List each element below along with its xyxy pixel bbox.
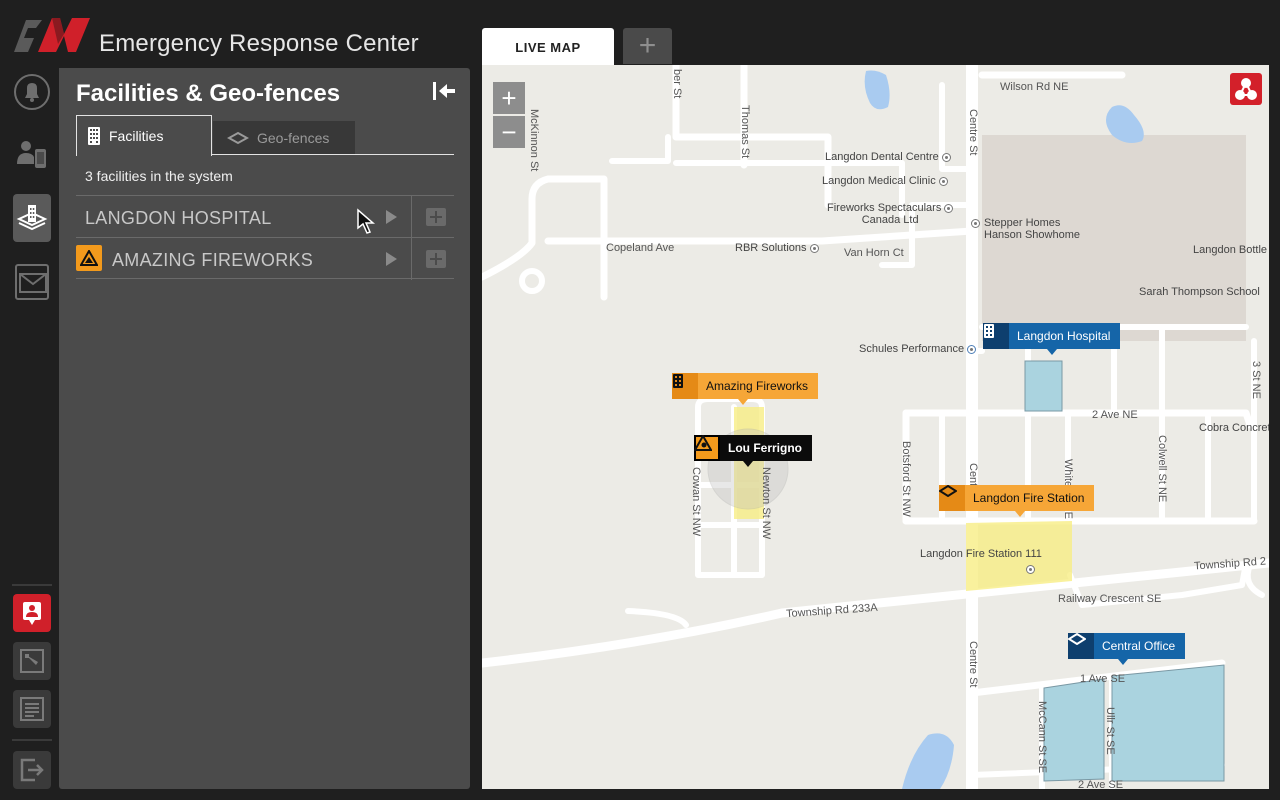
- street-label: 3 St NE: [1250, 361, 1262, 399]
- poi-label: Cobra Concret: [1199, 422, 1269, 434]
- poi-dot-icon: [938, 176, 948, 186]
- rail-edit-button[interactable]: [13, 642, 51, 680]
- facility-row[interactable]: AMAZING FIREWORKS: [76, 237, 454, 280]
- rail-logout-button[interactable]: [13, 751, 51, 789]
- rail-facilities-button[interactable]: [13, 194, 51, 242]
- row-divider: [411, 238, 412, 280]
- facility-row[interactable]: LANGDON HOSPITAL: [76, 195, 454, 238]
- bell-icon: [14, 74, 50, 110]
- tab-geofences-label: Geo-fences: [257, 129, 330, 146]
- poi-label: RBR Solutions: [735, 242, 819, 254]
- building-icon: [672, 373, 698, 399]
- add-icon[interactable]: [426, 250, 446, 268]
- marker-langdon-hospital[interactable]: Langdon Hospital: [983, 323, 1121, 355]
- map-layers-button[interactable]: [1230, 73, 1262, 105]
- rail-messages-button[interactable]: [13, 258, 51, 306]
- poi-dot-icon: [944, 203, 954, 213]
- street-label: Botsford St NW: [900, 441, 912, 517]
- document-icon: [20, 697, 44, 721]
- facilities-count: 3 facilities in the system: [85, 168, 233, 184]
- rail-report-button[interactable]: [13, 594, 51, 632]
- street-label: Ullr St SE: [1104, 707, 1116, 755]
- geofence-icon: [227, 131, 249, 144]
- marker-central-office[interactable]: Central Office: [1068, 633, 1186, 665]
- street-label: Van Horn Ct: [844, 247, 904, 259]
- marker-langdon-fire-station[interactable]: Langdon Fire Station: [939, 485, 1095, 517]
- street-label: McKinnon St: [528, 109, 540, 172]
- tab-underline: [212, 154, 454, 155]
- poi-dot-icon: [809, 243, 819, 253]
- person-phone-icon: [17, 141, 46, 168]
- network-icon: [1235, 78, 1257, 100]
- street-label: Cowan St NW: [690, 467, 702, 537]
- edit-icon: [20, 649, 44, 673]
- poi-label: Langdon Fire Station 111: [920, 548, 1042, 560]
- building-icon: [983, 323, 1009, 349]
- poi-label: Langdon Dental Centre: [825, 151, 951, 163]
- poi-label: Langdon Medical Clinic: [822, 175, 948, 187]
- collapse-panel-icon[interactable]: [431, 80, 457, 102]
- add-tab-button[interactable]: +: [623, 28, 672, 64]
- app-root: Emergency Response Center Facilities & G…: [0, 0, 1280, 800]
- poi-label: Stepper Homes Hanson Showhome: [971, 217, 1080, 241]
- poi-dot-icon: [971, 218, 980, 228]
- marker-amazing-fireworks[interactable]: Amazing Fireworks: [672, 373, 819, 405]
- warning-person-icon: [694, 435, 720, 461]
- poi-label: Sarah Thompson School: [1139, 286, 1260, 298]
- street-label: 2 Ave SE: [1078, 779, 1124, 789]
- marker-lou-ferrigno[interactable]: Lou Ferrigno: [694, 435, 812, 467]
- panel-title: Facilities & Geo-fences: [76, 80, 341, 107]
- street-label: Centre St: [967, 641, 979, 688]
- logout-icon: [20, 758, 44, 782]
- zoom-in-button[interactable]: +: [493, 82, 525, 114]
- poi-dot-icon: [967, 344, 977, 354]
- rail-divider: [12, 584, 52, 586]
- tab-facilities-label: Facilities: [109, 128, 164, 144]
- rail-divider: [12, 739, 52, 741]
- live-map[interactable]: + − Wilson Rd NE Centre St Centre St Cen…: [482, 65, 1269, 789]
- map-canvas: [482, 65, 1269, 789]
- street-label: ber St: [671, 69, 683, 99]
- rail-alerts-button[interactable]: [13, 68, 51, 116]
- building-layers-icon: [16, 205, 48, 231]
- poi-label: Schules Performance: [859, 343, 977, 355]
- rail-contacts-button[interactable]: [13, 130, 51, 178]
- app-title: Emergency Response Center: [99, 30, 419, 57]
- tab-facilities[interactable]: Facilities: [76, 115, 212, 156]
- warning-badge-icon: [76, 245, 102, 271]
- geofence-icon: [1068, 633, 1094, 659]
- add-icon[interactable]: [426, 208, 446, 226]
- street-label: Centre St: [967, 109, 979, 156]
- geofence-icon: [939, 485, 965, 511]
- tab-live-map[interactable]: LIVE MAP: [482, 28, 614, 66]
- street-label: McCann St SE: [1036, 701, 1048, 774]
- expand-arrow-icon[interactable]: [386, 252, 397, 266]
- expand-arrow-icon[interactable]: [386, 210, 397, 224]
- street-label: Colwell St NE: [1156, 435, 1168, 503]
- street-label: Railway Crescent SE: [1058, 593, 1162, 605]
- building-icon: [88, 127, 100, 145]
- mail-icon: [15, 264, 49, 300]
- zoom-out-button[interactable]: −: [493, 116, 525, 148]
- street-label: Newton St NW: [760, 467, 772, 540]
- row-divider: [411, 196, 412, 238]
- street-label: Copeland Ave: [606, 242, 675, 254]
- street-label: Thomas St: [739, 105, 751, 159]
- mouse-cursor-icon: [357, 208, 376, 234]
- poi-dot-icon: [1026, 565, 1035, 574]
- facility-name: AMAZING FIREWORKS: [112, 250, 314, 270]
- poi-label: Langdon Bottle: [1193, 244, 1268, 256]
- street-label: 2 Ave NE: [1092, 409, 1138, 421]
- facilities-panel: Facilities & Geo-fences Facilities Geo-f…: [59, 68, 470, 789]
- street-label: Wilson Rd NE: [1000, 81, 1069, 93]
- street-label: 1 Ave SE: [1080, 673, 1126, 685]
- poi-dot-icon: [941, 152, 951, 162]
- person-alert-icon: [23, 602, 41, 625]
- tab-geofences[interactable]: Geo-fences: [213, 121, 355, 154]
- left-rail: [0, 66, 60, 800]
- logo-icon: [14, 18, 90, 52]
- rail-notes-button[interactable]: [13, 690, 51, 728]
- poi-label: Fireworks Spectaculars Canada Ltd: [827, 202, 954, 226]
- facility-name: LANGDON HOSPITAL: [85, 208, 272, 228]
